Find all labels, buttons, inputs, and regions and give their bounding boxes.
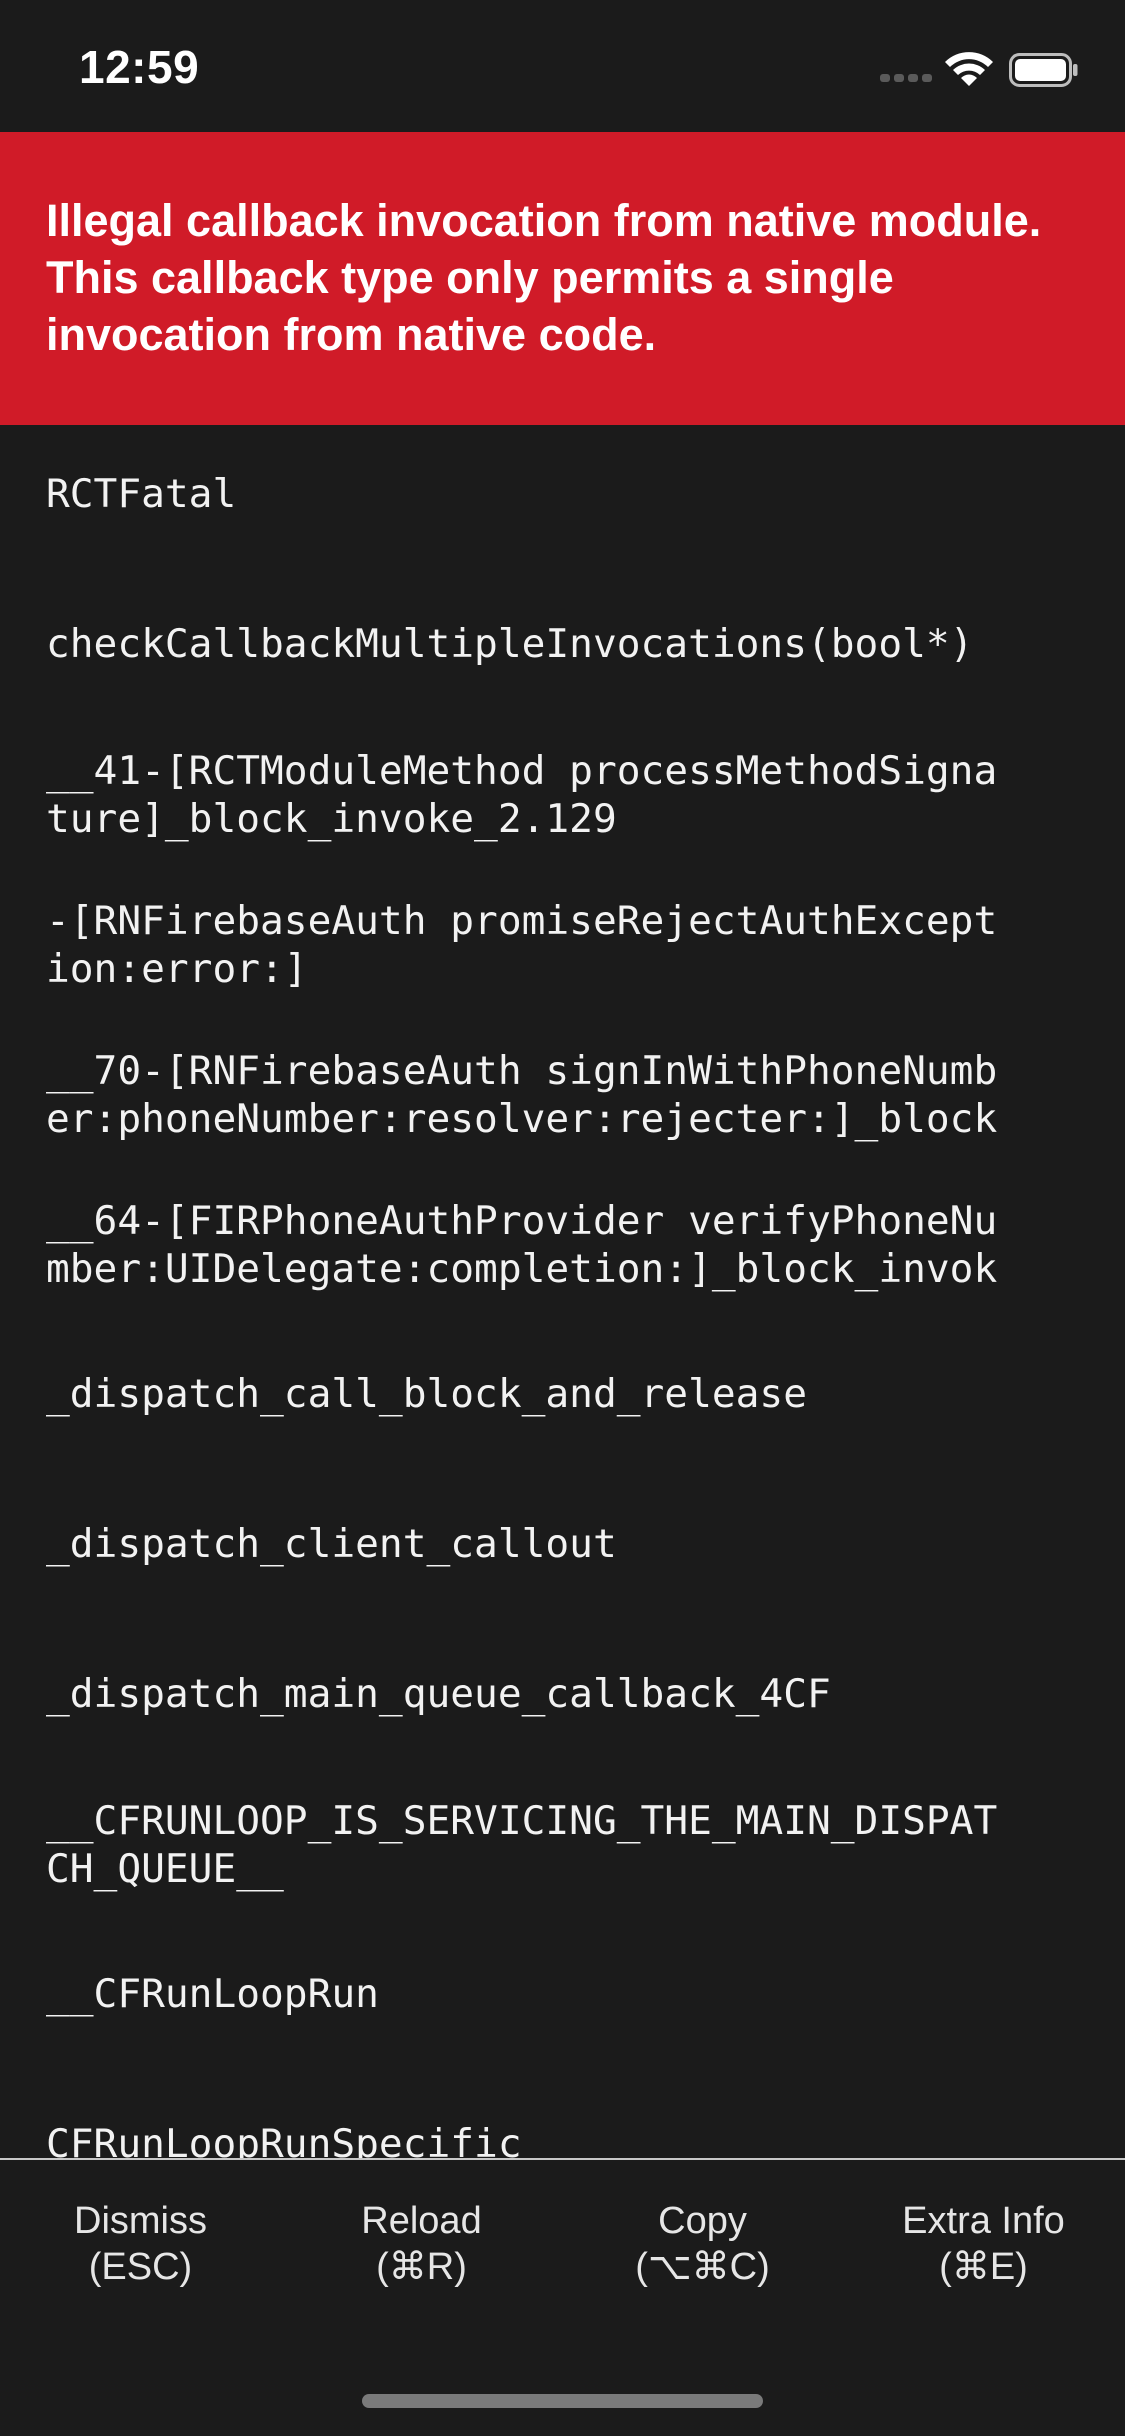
stack-frame[interactable]: -[RNFirebaseAuth promiseRejectAuthExcept… [46,897,1086,993]
copy-label: Copy [658,2200,747,2242]
extra-info-shortcut: (⌘E) [939,2246,1028,2288]
status-bar: 12:59 [0,0,1125,132]
copy-button[interactable]: Copy (⌥⌘C) [562,2198,843,2290]
cellular-signal-icon [880,74,934,86]
error-header: Illegal callback invocation from native … [0,132,1125,425]
stack-frame[interactable]: __64-[FIRPhoneAuthProvider verifyPhoneNu… [46,1197,1086,1293]
extra-info-button[interactable]: Extra Info (⌘E) [843,2198,1124,2290]
stack-frame[interactable]: RCTFatal [46,470,1086,518]
copy-shortcut: (⌥⌘C) [635,2246,770,2288]
reload-shortcut: (⌘R) [376,2246,467,2288]
stack-frame[interactable]: _dispatch_main_queue_callback_4CF [46,1670,1086,1718]
reload-button[interactable]: Reload (⌘R) [281,2198,562,2290]
dismiss-button[interactable]: Dismiss (ESC) [0,2198,281,2290]
battery-icon [1009,53,1078,87]
dismiss-shortcut: (ESC) [88,2246,193,2288]
home-indicator[interactable] [362,2394,763,2408]
stack-frame[interactable]: __CFRunLoopRun [46,1970,1086,2018]
stack-frame[interactable]: __41-[RCTModuleMethod processMethodSigna… [46,747,1086,843]
stack-frame[interactable]: _dispatch_call_block_and_release [46,1370,1086,1418]
stack-trace[interactable]: RCTFatal checkCallbackMultipleInvocation… [0,425,1125,2158]
stack-frame[interactable]: _dispatch_client_callout [46,1520,1086,1568]
dismiss-label: Dismiss [74,2200,207,2242]
reload-label: Reload [361,2200,482,2242]
wifi-icon [945,52,993,86]
error-message: Illegal callback invocation from native … [46,195,1042,360]
status-time: 12:59 [79,41,200,93]
stack-frame[interactable]: __CFRUNLOOP_IS_SERVICING_THE_MAIN_DISPAT… [46,1797,1086,1893]
stack-frame[interactable]: CFRunLoopRunSpecific [46,2120,1086,2158]
extra-info-label: Extra Info [902,2200,1065,2242]
stack-frame[interactable]: __70-[RNFirebaseAuth signInWithPhoneNumb… [46,1047,1086,1143]
stack-frame[interactable]: checkCallbackMultipleInvocations(bool*) [46,620,1086,668]
